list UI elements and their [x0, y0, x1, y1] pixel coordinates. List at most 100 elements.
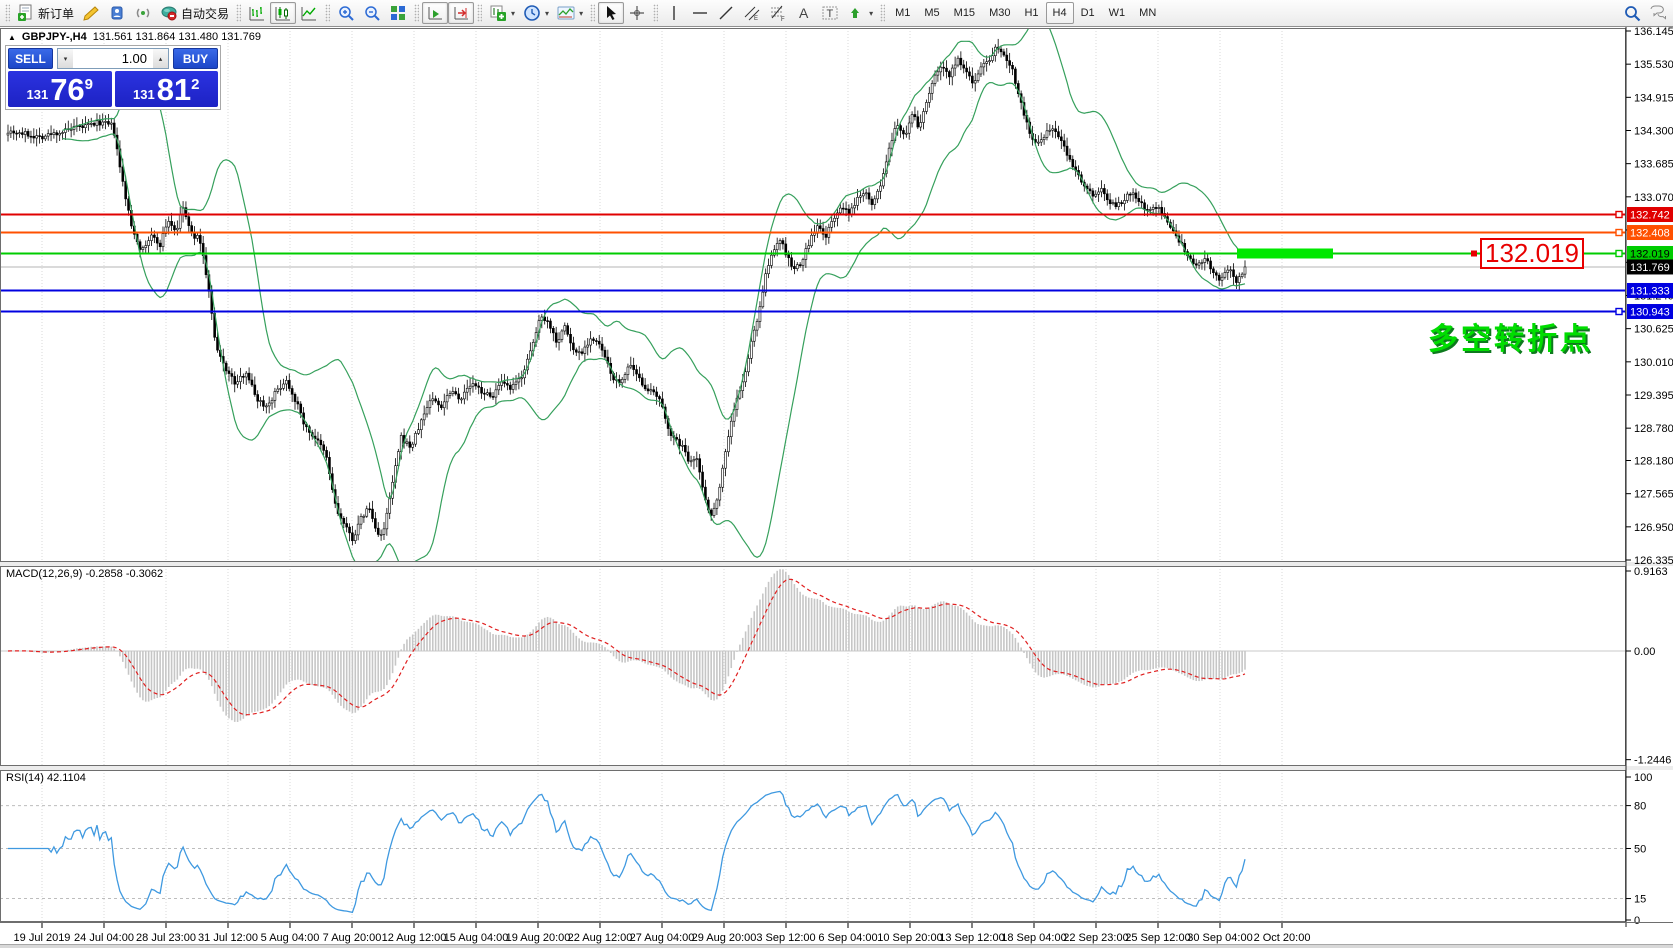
- svg-text:133.685: 133.685: [1634, 159, 1673, 171]
- svg-text:130.010: 130.010: [1634, 357, 1673, 369]
- line-handle[interactable]: [1471, 250, 1477, 256]
- indicators-button[interactable]: ▾: [485, 2, 519, 24]
- arrows-dropdown-caret[interactable]: ▾: [869, 9, 873, 18]
- svg-text:5 Aug 04:00: 5 Aug 04:00: [261, 932, 320, 944]
- collapse-arrow-icon[interactable]: ▲: [8, 33, 16, 42]
- auto-scroll-button[interactable]: [422, 2, 448, 24]
- new-order-label: 新订单: [38, 5, 74, 22]
- profiles-icon: [108, 4, 126, 22]
- new-order-icon: [17, 4, 35, 22]
- trendline-button[interactable]: [713, 2, 739, 24]
- tf-button-d1[interactable]: D1: [1074, 2, 1102, 24]
- line-handle[interactable]: [1616, 309, 1622, 315]
- autotrading-icon: [160, 4, 178, 22]
- buy-button[interactable]: BUY: [173, 48, 218, 69]
- svg-text:3 Sep 12:00: 3 Sep 12:00: [756, 932, 815, 944]
- trendline-icon: [717, 4, 735, 22]
- zoom-out-button[interactable]: [359, 2, 385, 24]
- horizontal-line-button[interactable]: [687, 2, 713, 24]
- chart-shift-icon: [452, 4, 470, 22]
- search-icon: [1623, 4, 1641, 22]
- new-order-button[interactable]: 新订单: [13, 2, 78, 24]
- svg-text:28 Jul 23:00: 28 Jul 23:00: [136, 932, 196, 944]
- svg-text:19 Jul 2019: 19 Jul 2019: [14, 932, 71, 944]
- channel-icon: E: [743, 4, 761, 22]
- tf-button-m5[interactable]: M5: [917, 2, 946, 24]
- cursor-icon: [602, 4, 620, 22]
- periods-dropdown-caret[interactable]: ▾: [545, 9, 549, 18]
- chat-button[interactable]: [1645, 2, 1671, 24]
- line-chart-button[interactable]: [296, 2, 322, 24]
- sell-price-panel[interactable]: 131 76 9: [8, 71, 112, 107]
- svg-text:13 Sep 12:00: 13 Sep 12:00: [939, 932, 1004, 944]
- toolbar-grip: [590, 4, 595, 22]
- search-button[interactable]: [1619, 2, 1645, 24]
- channel-button[interactable]: E: [739, 2, 765, 24]
- symbol-name: GBPJPY-,H4: [22, 31, 87, 43]
- sell-price-pip: 9: [85, 76, 93, 93]
- main-toolbar: 新订单 自动交易 ▾ ▾: [0, 0, 1673, 27]
- line-chart-icon: [300, 4, 318, 22]
- chart-shift-button[interactable]: [448, 2, 474, 24]
- zoom-in-button[interactable]: [333, 2, 359, 24]
- signals-button[interactable]: [130, 2, 156, 24]
- tf-button-m30[interactable]: M30: [982, 2, 1017, 24]
- svg-text:25 Sep 12:00: 25 Sep 12:00: [1125, 932, 1190, 944]
- text-label-button[interactable]: T: [817, 2, 843, 24]
- clock-icon: [523, 4, 541, 22]
- bar-chart-button[interactable]: [244, 2, 270, 24]
- line-handle[interactable]: [1616, 250, 1622, 256]
- tf-button-m15[interactable]: M15: [947, 2, 982, 24]
- svg-text:133.070: 133.070: [1634, 192, 1673, 204]
- tf-button-w1[interactable]: W1: [1102, 2, 1133, 24]
- text-button[interactable]: A: [791, 2, 817, 24]
- tf-button-m1[interactable]: M1: [888, 2, 917, 24]
- toolbar-grip: [236, 4, 241, 22]
- tf-button-h1[interactable]: H1: [1017, 2, 1045, 24]
- price-label-text: 132.408: [1630, 228, 1670, 240]
- svg-text:135.530: 135.530: [1634, 59, 1673, 71]
- svg-text:22 Aug 12:00: 22 Aug 12:00: [568, 932, 633, 944]
- tile-windows-button[interactable]: [385, 2, 411, 24]
- profiles-button[interactable]: [104, 2, 130, 24]
- arrows-button[interactable]: ▾: [843, 2, 877, 24]
- line-handle[interactable]: [1616, 212, 1622, 218]
- volume-increase-button[interactable]: ▴: [153, 49, 168, 68]
- chat-icon: [1649, 4, 1667, 22]
- svg-text:126.950: 126.950: [1634, 522, 1673, 534]
- price-label-text: 131.333: [1630, 285, 1670, 297]
- highlight-trendline[interactable]: [1237, 248, 1333, 258]
- svg-text:10 Sep 20:00: 10 Sep 20:00: [877, 932, 942, 944]
- candlestick-icon: [274, 4, 292, 22]
- line-handle[interactable]: [1616, 230, 1622, 236]
- toolbar-grip: [477, 4, 482, 22]
- buy-price-panel[interactable]: 131 81 2: [115, 71, 219, 107]
- tf-button-h4[interactable]: H4: [1046, 2, 1074, 24]
- autotrading-button[interactable]: 自动交易: [156, 2, 233, 24]
- templates-dropdown-caret[interactable]: ▾: [579, 9, 583, 18]
- indicators-dropdown-caret[interactable]: ▾: [511, 9, 515, 18]
- volume-value[interactable]: 1.00: [73, 49, 153, 68]
- price-callout-box[interactable]: 132.019: [1480, 238, 1584, 269]
- turning-point-annotation[interactable]: 多空转折点: [1428, 314, 1593, 358]
- metaeditor-button[interactable]: [78, 2, 104, 24]
- cursor-button[interactable]: [598, 2, 624, 24]
- templates-button[interactable]: ▾: [553, 2, 587, 24]
- svg-text:18 Sep 04:00: 18 Sep 04:00: [1001, 932, 1066, 944]
- periods-button[interactable]: ▾: [519, 2, 553, 24]
- symbol-info-line: ▲ GBPJPY-,H4 131.561 131.864 131.480 131…: [8, 31, 261, 43]
- toolbar-grip: [653, 4, 658, 22]
- tf-button-mn[interactable]: MN: [1132, 2, 1163, 24]
- vertical-line-button[interactable]: [661, 2, 687, 24]
- volume-decrease-button[interactable]: ▾: [58, 49, 73, 68]
- chart-area[interactable]: 136.145135.530134.915134.300133.685133.0…: [0, 0, 1673, 948]
- horizontal-line-icon: [691, 4, 709, 22]
- buy-price-big: 81: [157, 75, 191, 105]
- toolbar-grip: [880, 4, 885, 22]
- crosshair-button[interactable]: [624, 2, 650, 24]
- toolbar-grip: [5, 4, 10, 22]
- templates-icon: [557, 4, 575, 22]
- sell-button[interactable]: SELL: [8, 48, 53, 69]
- candlestick-button[interactable]: [270, 2, 296, 24]
- fibonacci-button[interactable]: F: [765, 2, 791, 24]
